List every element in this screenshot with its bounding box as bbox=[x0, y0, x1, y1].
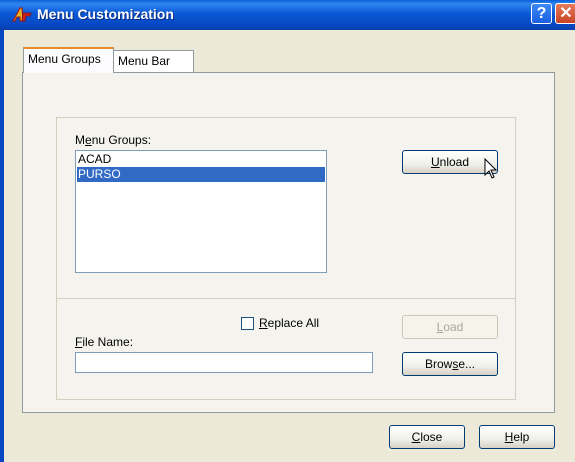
replace-all-label[interactable]: Replace All bbox=[259, 316, 319, 330]
tab-menu-groups[interactable]: Menu Groups bbox=[23, 47, 114, 73]
menu-groups-label: Menu Groups: bbox=[75, 133, 152, 147]
file-name-input[interactable] bbox=[75, 352, 373, 373]
file-name-label: File Name: bbox=[75, 335, 134, 349]
load-button[interactable]: Load bbox=[402, 315, 498, 339]
mouse-pointer-icon bbox=[484, 158, 498, 179]
close-icon: ✕ bbox=[559, 5, 573, 22]
close-button[interactable]: Close bbox=[389, 425, 465, 449]
divider bbox=[56, 298, 516, 299]
tab-label: Menu Bar bbox=[118, 54, 171, 68]
window-title: Menu Customization bbox=[37, 6, 174, 22]
browse-button[interactable]: Browse... bbox=[402, 352, 498, 376]
tab-label: Menu Groups bbox=[28, 52, 101, 66]
list-item-acad[interactable]: ACAD bbox=[77, 152, 325, 167]
menu-groups-list[interactable]: ACAD PURSO bbox=[75, 150, 327, 273]
question-icon: ? bbox=[536, 5, 547, 22]
list-item-purso[interactable]: PURSO bbox=[77, 167, 325, 182]
close-titlebar-button[interactable]: ✕ bbox=[555, 3, 575, 24]
tab-menu-bar[interactable]: Menu Bar bbox=[114, 50, 194, 72]
title-bar[interactable]: Menu Customization ? ✕ bbox=[0, 0, 575, 30]
replace-all-checkbox[interactable] bbox=[241, 317, 254, 330]
app-icon bbox=[12, 7, 32, 22]
help-button[interactable]: Help bbox=[479, 425, 555, 449]
menu-customization-dialog: Menu Customization ? ✕ Menu Groups Menu … bbox=[0, 0, 575, 462]
help-titlebar-button[interactable]: ? bbox=[531, 3, 552, 24]
window-border bbox=[0, 30, 4, 462]
